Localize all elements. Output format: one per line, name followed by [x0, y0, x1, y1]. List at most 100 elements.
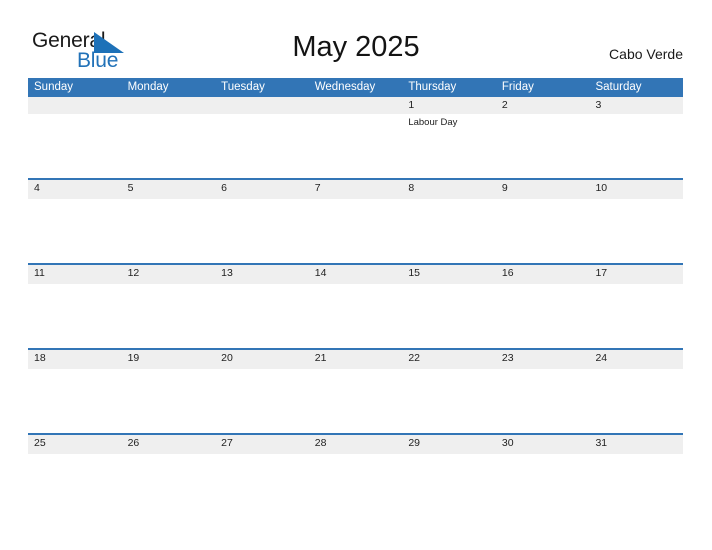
day-number[interactable]: 13 — [215, 265, 309, 284]
week-date-band: 25 26 27 28 29 30 31 — [28, 433, 683, 454]
day-cell[interactable] — [215, 454, 309, 518]
day-cell[interactable] — [122, 369, 216, 433]
day-cell[interactable] — [589, 454, 683, 518]
day-cell[interactable] — [215, 199, 309, 263]
day-cell[interactable] — [496, 369, 590, 433]
calendar-week-row: 11 12 13 14 15 16 17 — [28, 263, 683, 348]
day-number[interactable]: 18 — [28, 350, 122, 369]
day-number[interactable]: 19 — [122, 350, 216, 369]
day-cell[interactable] — [28, 369, 122, 433]
day-number[interactable]: 8 — [402, 180, 496, 199]
week-date-band: 4 5 6 7 8 9 10 — [28, 178, 683, 199]
weekday-header-sunday: Sunday — [34, 81, 74, 93]
calendar-week-row: 1 2 3 Labour Day — [28, 97, 683, 178]
day-cell[interactable] — [28, 284, 122, 348]
day-cell[interactable] — [496, 199, 590, 263]
day-number-empty — [309, 97, 403, 114]
weekday-header-friday: Friday — [501, 81, 534, 93]
day-number[interactable]: 3 — [589, 97, 683, 114]
page-title: May 2025 — [292, 31, 420, 63]
day-cell[interactable] — [122, 454, 216, 518]
day-number[interactable]: 6 — [215, 180, 309, 199]
day-number[interactable]: 27 — [215, 435, 309, 454]
day-cell[interactable] — [402, 369, 496, 433]
day-cell[interactable] — [28, 114, 122, 178]
weekday-header-monday: Monday — [127, 81, 169, 93]
day-cell[interactable] — [309, 284, 403, 348]
day-cell[interactable] — [309, 454, 403, 518]
day-cell[interactable] — [215, 369, 309, 433]
calendar-week-row: 25 26 27 28 29 30 31 — [28, 433, 683, 518]
weekday-header-thursday: Thursday — [408, 81, 457, 93]
calendar-page: General Blue May 2025 Cabo Verde Sunday … — [0, 0, 712, 550]
day-number[interactable]: 9 — [496, 180, 590, 199]
day-number-empty — [28, 97, 122, 114]
day-cell[interactable] — [309, 114, 403, 178]
day-number[interactable]: 14 — [309, 265, 403, 284]
day-cell[interactable] — [496, 114, 590, 178]
day-cell[interactable] — [122, 114, 216, 178]
day-cell[interactable] — [28, 199, 122, 263]
day-number[interactable]: 4 — [28, 180, 122, 199]
calendar-week-row: 4 5 6 7 8 9 10 — [28, 178, 683, 263]
day-number[interactable]: 28 — [309, 435, 403, 454]
day-number[interactable]: 1 — [402, 97, 496, 114]
calendar-grid: Sunday Monday Tuesday Wednesday Thursday… — [28, 78, 683, 518]
calendar-week-row: 18 19 20 21 22 23 24 — [28, 348, 683, 433]
day-cell[interactable] — [589, 369, 683, 433]
week-event-band — [28, 369, 683, 433]
day-number[interactable]: 30 — [496, 435, 590, 454]
day-number[interactable]: 5 — [122, 180, 216, 199]
weekday-header-row: Sunday Monday Tuesday Wednesday Thursday… — [28, 78, 683, 97]
week-date-band: 11 12 13 14 15 16 17 — [28, 263, 683, 284]
day-cell[interactable] — [402, 199, 496, 263]
day-cell[interactable]: Labour Day — [402, 114, 496, 178]
day-cell[interactable] — [402, 454, 496, 518]
day-number[interactable]: 26 — [122, 435, 216, 454]
day-number[interactable]: 10 — [589, 180, 683, 199]
day-cell[interactable] — [402, 284, 496, 348]
calendar-weeks: 1 2 3 Labour Day 4 5 6 7 8 9 10 11 12 13 14 15 16 17 18 19 2… — [28, 97, 683, 518]
day-number[interactable]: 16 — [496, 265, 590, 284]
day-cell[interactable] — [496, 454, 590, 518]
day-cell[interactable] — [496, 284, 590, 348]
day-number-empty — [122, 97, 216, 114]
week-event-band — [28, 454, 683, 518]
day-number[interactable]: 7 — [309, 180, 403, 199]
day-number[interactable]: 29 — [402, 435, 496, 454]
weekday-header-wednesday: Wednesday — [314, 81, 376, 93]
week-event-band — [28, 284, 683, 348]
day-number[interactable]: 22 — [402, 350, 496, 369]
day-number[interactable]: 12 — [122, 265, 216, 284]
day-number[interactable]: 20 — [215, 350, 309, 369]
day-number[interactable]: 17 — [589, 265, 683, 284]
day-cell[interactable] — [215, 114, 309, 178]
day-number[interactable]: 15 — [402, 265, 496, 284]
holiday-event: Labour Day — [408, 117, 458, 128]
day-cell[interactable] — [309, 199, 403, 263]
day-cell[interactable] — [309, 369, 403, 433]
day-cell[interactable] — [589, 284, 683, 348]
day-number[interactable]: 2 — [496, 97, 590, 114]
day-cell[interactable] — [589, 199, 683, 263]
day-number[interactable]: 11 — [28, 265, 122, 284]
day-number[interactable]: 23 — [496, 350, 590, 369]
day-cell[interactable] — [215, 284, 309, 348]
week-date-band: 18 19 20 21 22 23 24 — [28, 348, 683, 369]
day-number-empty — [215, 97, 309, 114]
day-cell[interactable] — [589, 114, 683, 178]
day-number[interactable]: 21 — [309, 350, 403, 369]
week-event-band — [28, 199, 683, 263]
week-event-band: Labour Day — [28, 114, 683, 178]
weekday-header-tuesday: Tuesday — [221, 81, 265, 93]
day-cell[interactable] — [122, 284, 216, 348]
day-number[interactable]: 24 — [589, 350, 683, 369]
weekday-header-saturday: Saturday — [595, 81, 642, 93]
day-cell[interactable] — [122, 199, 216, 263]
day-number[interactable]: 25 — [28, 435, 122, 454]
day-cell[interactable] — [28, 454, 122, 518]
region-label: Cabo Verde — [609, 46, 683, 62]
page-header: General Blue May 2025 Cabo Verde — [0, 0, 712, 76]
day-number[interactable]: 31 — [589, 435, 683, 454]
week-date-band: 123 — [28, 97, 683, 114]
